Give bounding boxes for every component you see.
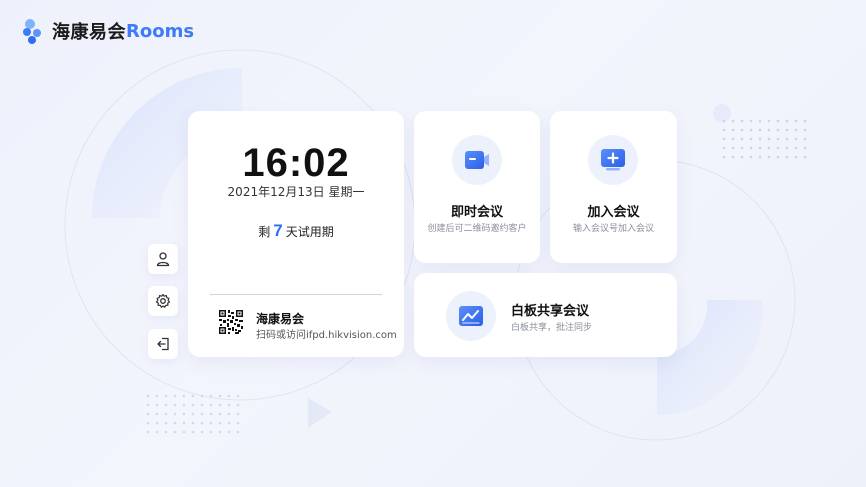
- app-logo: 海康易会 Rooms: [22, 18, 194, 44]
- trial-suffix: 天试用期: [285, 225, 334, 239]
- user-icon: [156, 252, 170, 267]
- brand-url: 扫码或访问ifpd.hikvision.com: [256, 330, 397, 341]
- whiteboard-meeting-subtitle: 白板共享，批注同步: [511, 323, 593, 333]
- qr-code-icon: [218, 309, 244, 335]
- app-title-accent: Rooms: [126, 20, 195, 42]
- current-time: 16:02: [242, 141, 350, 185]
- logout-icon: [157, 337, 169, 351]
- join-meeting-card[interactable]: 加入会议 输入会议号加入会议: [550, 111, 677, 263]
- trial-prefix: 剩: [258, 225, 271, 239]
- join-meeting-subtitle: 输入会议号加入会议: [572, 224, 654, 234]
- gear-icon: [155, 293, 171, 308]
- add-screen-icon: [601, 149, 625, 171]
- trial-days: 7: [273, 221, 283, 240]
- whiteboard-meeting-card[interactable]: 白板共享会议 白板共享，批注同步: [414, 273, 677, 357]
- trial-period: 剩 7 天试用期: [188, 221, 404, 241]
- user-button[interactable]: [148, 244, 178, 274]
- whiteboard-meeting-title: 白板共享会议: [511, 304, 590, 319]
- divider: [210, 294, 382, 295]
- instant-meeting-title: 即时会议: [450, 205, 503, 220]
- instant-meeting-icon-wrap: [452, 135, 502, 185]
- brand-name: 海康易会: [256, 312, 305, 326]
- current-date: 2021年12月13日 星期一: [227, 185, 365, 199]
- join-meeting-title: 加入会议: [587, 205, 640, 220]
- logout-button[interactable]: [148, 329, 178, 359]
- join-meeting-icon-wrap: [588, 135, 638, 185]
- logo-icon: [22, 18, 44, 44]
- clock-card: 16:02 2021年12月13日 星期一 剩 7 天试用期 海康易会 扫码或访问i…: [188, 111, 404, 357]
- whiteboard-icon-wrap: [446, 291, 496, 341]
- video-camera-icon: [465, 151, 489, 169]
- instant-meeting-subtitle: 创建后可二维码邀约客户: [427, 224, 527, 234]
- app-title: 海康易会: [52, 22, 126, 43]
- settings-button[interactable]: [148, 286, 178, 316]
- instant-meeting-card[interactable]: 即时会议 创建后可二维码邀约客户: [414, 111, 540, 263]
- whiteboard-icon: [459, 306, 483, 326]
